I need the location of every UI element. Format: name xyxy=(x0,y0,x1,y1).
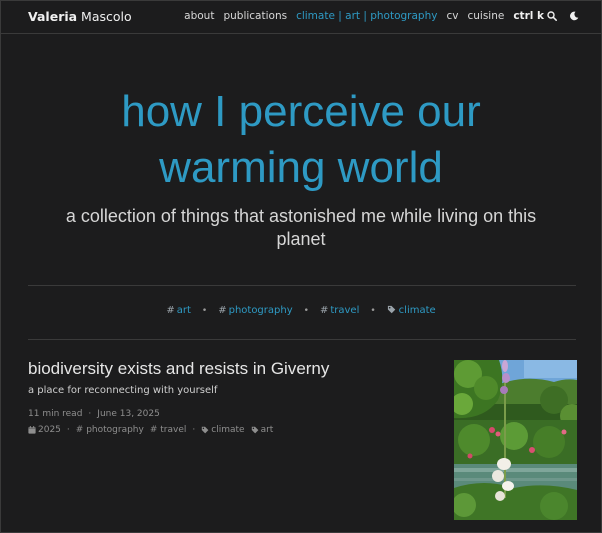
separator-dot: · xyxy=(192,425,196,435)
nav-item-publications[interactable]: publications xyxy=(223,10,287,22)
page-subtitle: a collection of things that astonished m… xyxy=(65,206,537,249)
brand-last-name: Mascolo xyxy=(77,9,132,24)
tag-icon xyxy=(202,426,209,434)
hash-icon: # xyxy=(149,425,158,435)
separator-dot: · xyxy=(88,409,92,419)
post-read-time: 11 min read xyxy=(28,409,83,419)
post-year-link[interactable]: 2025 xyxy=(28,425,61,435)
page-title-line-1: how I perceive our xyxy=(121,87,481,136)
tag-label: art xyxy=(176,305,191,316)
post-tag-art[interactable]: art xyxy=(251,425,274,435)
post-year-label: 2025 xyxy=(38,425,61,435)
search-shortcut-label: ctrl k xyxy=(513,10,544,22)
post-tag-photography[interactable]: # photography xyxy=(76,425,144,435)
tag-filter-list: # art • # photography • # travel • climate xyxy=(1,305,601,316)
calendar-icon xyxy=(28,426,36,434)
tag-filter-photography[interactable]: # photography xyxy=(218,305,292,316)
post-description: a place for reconnecting with yourself xyxy=(28,385,218,396)
post-tag-list: 2025 · # photography # travel · climate … xyxy=(28,425,279,435)
nav-item-about[interactable]: about xyxy=(184,10,214,22)
hash-icon: # xyxy=(75,425,84,435)
post-tag-label: art xyxy=(260,425,274,435)
separator-dot: · xyxy=(66,425,70,435)
post-title-link[interactable]: biodiversity exists and resists in Giver… xyxy=(28,359,329,379)
hash-icon: # xyxy=(218,305,227,316)
tag-filter-climate[interactable]: climate xyxy=(387,305,436,316)
separator-dot: • xyxy=(370,305,376,316)
tag-label: travel xyxy=(330,305,360,316)
post-thumbnail[interactable] xyxy=(454,360,577,520)
post-tag-label: travel xyxy=(160,425,187,435)
search-icon xyxy=(547,11,557,21)
tag-icon xyxy=(251,426,258,434)
post-date: June 13, 2025 xyxy=(97,409,160,419)
page-title-line-2: warming world xyxy=(159,143,443,192)
post-tag-label: photography xyxy=(86,425,144,435)
tag-label: climate xyxy=(398,305,436,316)
search-button[interactable]: ctrl k xyxy=(513,10,557,22)
page-title: how I perceive our warming world xyxy=(1,84,601,196)
tag-icon xyxy=(387,305,395,314)
divider-bottom xyxy=(28,339,576,340)
brand-first-name: Valeria xyxy=(28,9,78,24)
tag-label: photography xyxy=(228,305,293,316)
nav-item-cuisine[interactable]: cuisine xyxy=(467,10,504,22)
tag-filter-art[interactable]: # art xyxy=(166,305,191,316)
post-tag-label: climate xyxy=(211,425,245,435)
garden-photo xyxy=(454,360,577,520)
nav-item-cv[interactable]: cv xyxy=(446,10,458,22)
navbar: Valeria Mascolo about publications clima… xyxy=(1,1,601,34)
post-tag-climate[interactable]: climate xyxy=(201,425,245,435)
tag-filter-travel[interactable]: # travel xyxy=(320,305,359,316)
theme-toggle[interactable] xyxy=(569,11,579,21)
post-meta: 11 min read · June 13, 2025 xyxy=(28,409,160,419)
site-brand[interactable]: Valeria Mascolo xyxy=(28,9,132,24)
nav-item-climate-art-photography[interactable]: climate | art | photography xyxy=(296,10,437,22)
separator-dot: • xyxy=(303,305,309,316)
page: Valeria Mascolo about publications clima… xyxy=(0,0,602,533)
moon-icon xyxy=(570,11,579,21)
separator-dot: • xyxy=(201,305,208,316)
hash-icon: # xyxy=(319,305,329,316)
nav-menu: about publications climate | art | photo… xyxy=(175,10,579,22)
post-tag-travel[interactable]: # travel xyxy=(150,425,187,435)
divider-top xyxy=(28,285,576,286)
hash-icon: # xyxy=(166,305,175,316)
